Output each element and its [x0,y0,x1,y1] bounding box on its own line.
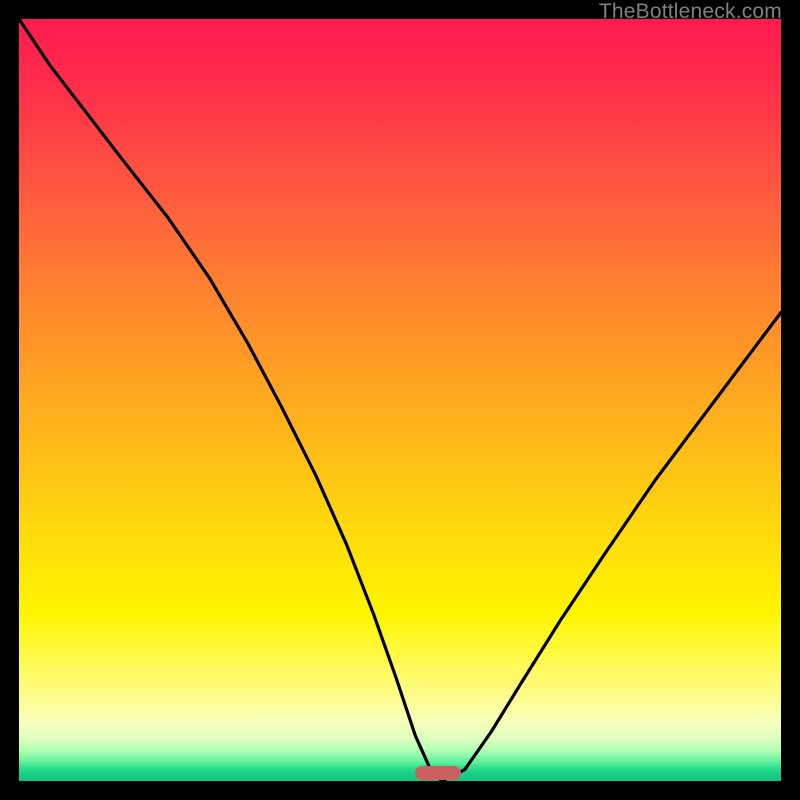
curve-layer [19,19,781,781]
bottleneck-curve [19,19,781,781]
optimal-marker [415,766,461,780]
chart-stage: TheBottleneck.com [0,0,800,800]
plot-area [19,19,781,781]
watermark-text: TheBottleneck.com [599,0,782,24]
